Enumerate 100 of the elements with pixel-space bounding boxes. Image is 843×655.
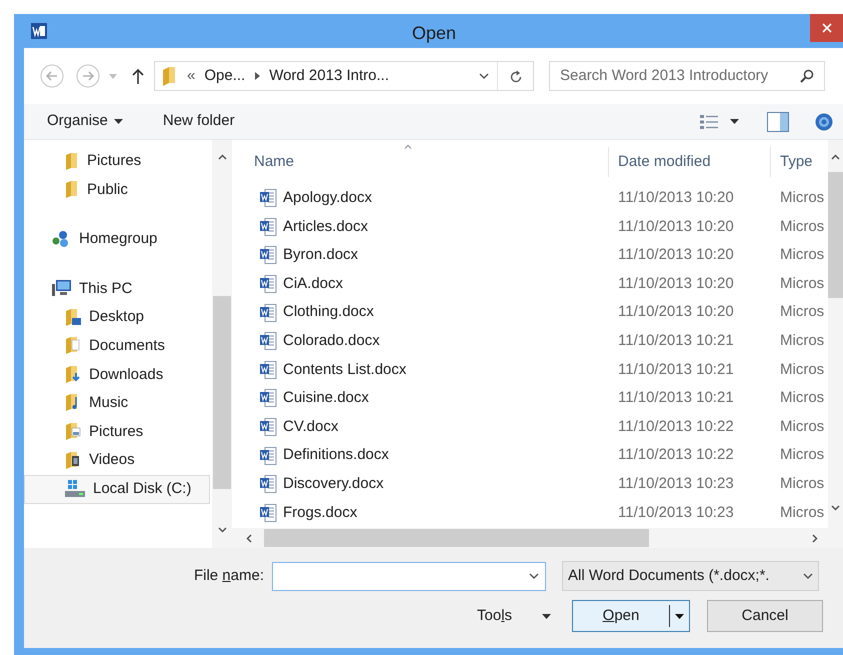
scrollbar-thumb[interactable]	[828, 172, 843, 298]
column-header[interactable]: Type	[780, 150, 813, 174]
file-type: Micros	[779, 474, 824, 494]
sidebar-item[interactable]: Homegroup	[24, 225, 210, 254]
word-document-icon	[260, 389, 277, 408]
help-icon[interactable]	[815, 112, 833, 130]
caret-icon	[114, 119, 123, 124]
sidebar-item[interactable]: Videos	[24, 446, 210, 475]
date-modified: 11/10/2013 10:20	[617, 216, 735, 237]
scroll-up-icon[interactable]	[831, 154, 840, 160]
chevron-right-icon	[255, 72, 260, 80]
view-list-icon[interactable]	[700, 114, 718, 130]
dropdown-chevron-icon	[479, 73, 489, 79]
file-name[interactable]: CV.docx	[283, 416, 338, 438]
column-header[interactable]: Date modified	[618, 150, 711, 174]
refresh-icon[interactable]	[510, 70, 522, 82]
date-modified: 11/10/2013 10:21	[617, 331, 735, 352]
scroll-right-icon[interactable]	[812, 534, 818, 542]
date-modified: 11/10/2013 10:23	[617, 502, 735, 523]
file-type: Micros	[779, 188, 824, 208]
downloads-folder-icon	[65, 366, 81, 384]
date-modified: 11/10/2013 10:20	[617, 302, 735, 322]
pictures-folder-icon	[65, 423, 81, 442]
breadcrumb-item[interactable]: Ope...	[204, 64, 246, 88]
date-modified: 11/10/2013 10:22	[617, 416, 735, 437]
address-bar[interactable]: « Ope... Word 2013 Intro...	[154, 61, 534, 91]
tools-button[interactable]: Tools	[477, 604, 551, 628]
search-field[interactable]: Search Word 2013 Introductory	[549, 61, 825, 91]
file-name[interactable]: Cuisine.docx	[283, 387, 369, 410]
sidebar-item[interactable]: Downloads	[24, 360, 210, 390]
sort-up-icon	[404, 144, 412, 149]
word-document-icon	[260, 304, 277, 322]
desktop-folder-icon	[65, 308, 81, 327]
disk-drive-icon	[65, 480, 85, 498]
word-app-icon	[31, 23, 47, 39]
file-name-field[interactable]	[272, 562, 546, 590]
new-folder-button[interactable]: New folder	[154, 106, 244, 137]
sidebar-item[interactable]: Pictures	[24, 418, 210, 446]
file-type: Micros	[779, 331, 824, 352]
caret-icon[interactable]	[730, 119, 739, 124]
file-type: Micros	[779, 274, 824, 294]
file-type: Micros	[779, 502, 824, 523]
scroll-up-icon[interactable]	[218, 154, 226, 160]
word-document-icon	[260, 504, 277, 522]
file-name-label: File name:	[192, 566, 265, 586]
close-icon	[822, 23, 832, 33]
search-icon	[800, 69, 814, 83]
file-name[interactable]: Contents List.docx	[283, 358, 406, 382]
file-type: Micros	[779, 416, 824, 437]
open-button[interactable]: Open	[572, 600, 690, 632]
preview-pane-icon[interactable]	[767, 112, 789, 132]
word-document-icon	[260, 418, 277, 436]
scroll-down-icon[interactable]	[218, 527, 226, 533]
file-type: Micros	[779, 216, 824, 237]
caret-icon	[542, 614, 551, 618]
scrollbar-thumb[interactable]	[213, 296, 231, 489]
sidebar-item[interactable]: Public	[24, 176, 210, 204]
word-document-icon	[260, 332, 277, 350]
file-type: Micros	[779, 445, 824, 466]
date-modified: 11/10/2013 10:20	[617, 188, 735, 208]
column-header[interactable]: Name	[254, 150, 294, 174]
file-name[interactable]: Frogs.docx	[283, 502, 358, 524]
file-name[interactable]: Clothing.docx	[283, 301, 374, 324]
file-name[interactable]: Discovery.docx	[283, 472, 384, 496]
overflow-text: «	[187, 66, 196, 86]
up-arrow-icon[interactable]	[132, 68, 144, 84]
scroll-left-icon[interactable]	[246, 534, 252, 542]
scrollbar-thumb[interactable]	[264, 529, 649, 547]
file-type-dropdown[interactable]: All Word Documents (*.docx;*.	[562, 561, 819, 591]
folder-icon	[65, 181, 79, 198]
date-modified: 11/10/2013 10:20	[617, 245, 735, 266]
sidebar-item[interactable]: Local Disk (C:)	[24, 474, 210, 504]
file-name[interactable]: Colorado.docx	[283, 330, 380, 353]
close-button[interactable]	[810, 14, 843, 42]
sidebar-item[interactable]: Music	[24, 389, 210, 418]
file-type: Micros	[779, 245, 824, 266]
sidebar-item[interactable]: Documents	[24, 332, 210, 361]
window-title: Open	[412, 22, 456, 45]
folder-icon	[65, 152, 79, 170]
dropdown-chevron-icon	[529, 573, 539, 579]
file-name[interactable]: CiA.docx	[283, 272, 344, 296]
date-modified: 11/10/2013 10:21	[617, 360, 735, 380]
sidebar-item[interactable]: Pictures	[24, 147, 210, 176]
file-name[interactable]: Byron.docx	[283, 244, 358, 267]
scroll-down-icon[interactable]	[831, 505, 840, 511]
date-modified: 11/10/2013 10:20	[617, 274, 735, 294]
documents-folder-icon	[65, 337, 81, 356]
file-name[interactable]: Definitions.docx	[283, 444, 389, 467]
word-document-icon	[260, 218, 277, 236]
sidebar-item[interactable]: Desktop	[24, 303, 210, 332]
file-name[interactable]: Articles.docx	[283, 216, 368, 238]
breadcrumb-item[interactable]: Word 2013 Intro...	[269, 64, 389, 88]
cancel-button[interactable]: Cancel	[707, 600, 823, 632]
sidebar-item[interactable]: This PC	[24, 274, 210, 304]
date-modified: 11/10/2013 10:22	[617, 445, 735, 466]
word-document-icon	[260, 446, 277, 465]
computer-icon	[51, 280, 71, 298]
file-name[interactable]: Apology.docx	[283, 187, 372, 210]
homegroup-icon	[51, 230, 71, 248]
organise-button[interactable]: Organise	[38, 106, 132, 137]
